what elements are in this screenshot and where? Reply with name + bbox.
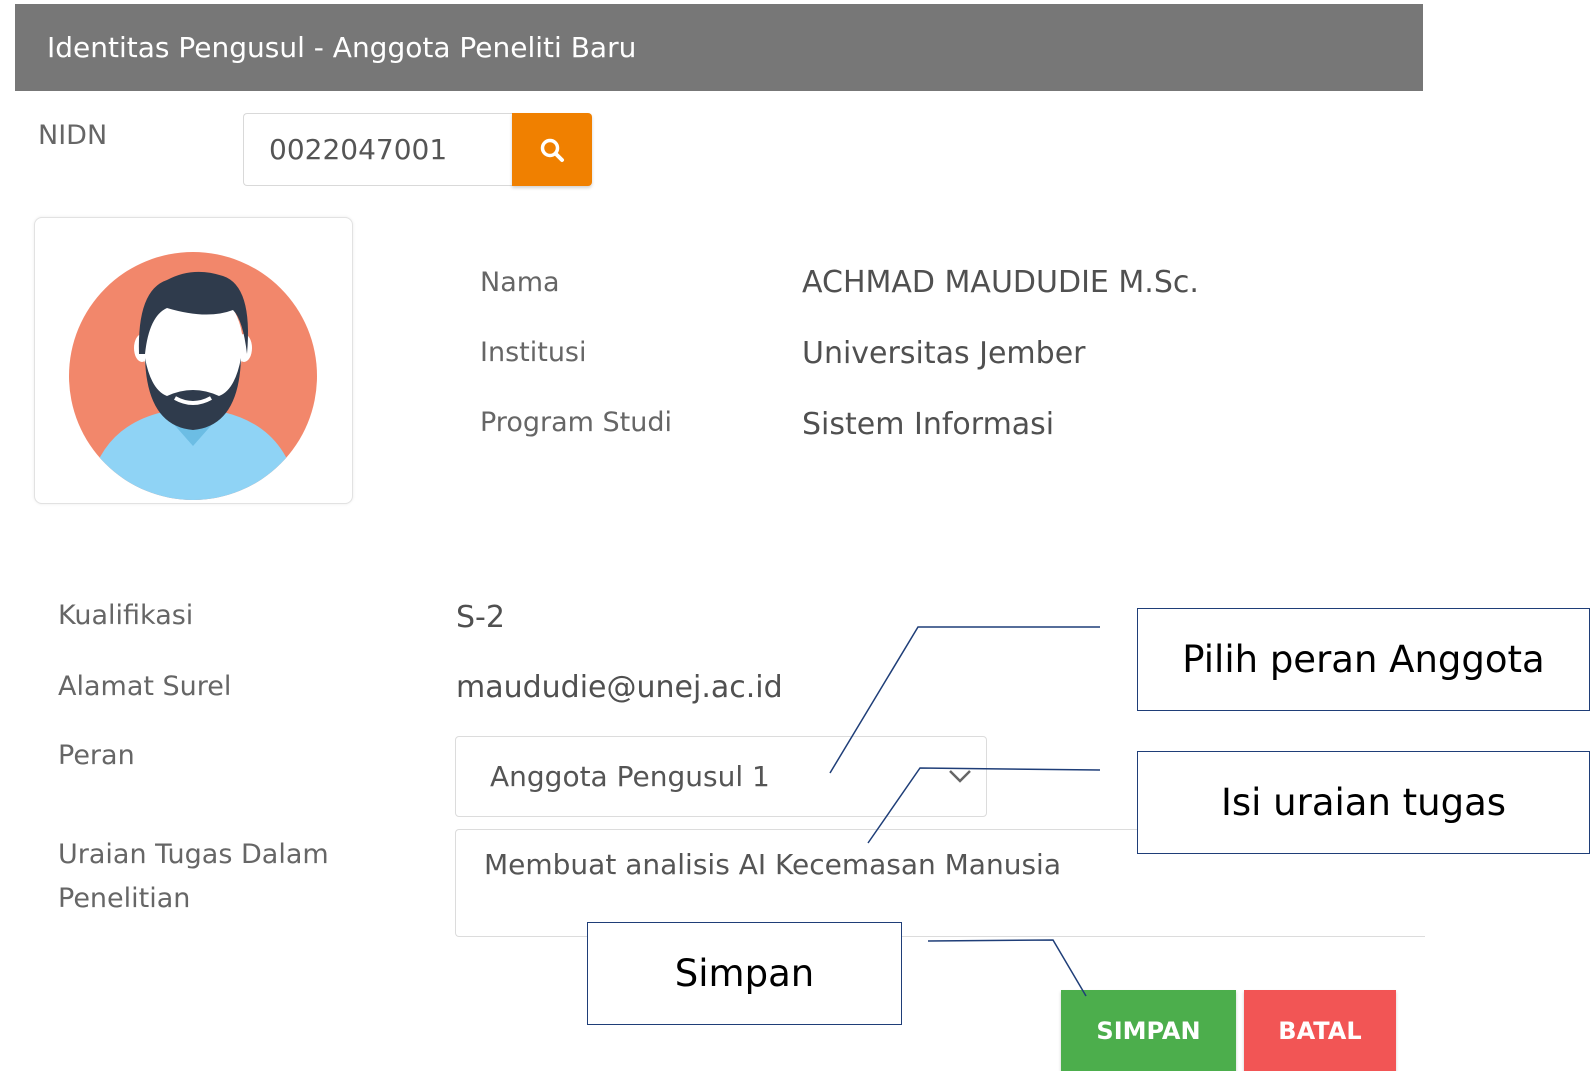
simpan-callout-line bbox=[927, 939, 1087, 997]
callout-isi-uraian-text: Isi uraian tugas bbox=[1220, 781, 1507, 824]
uraian-callout-line bbox=[867, 767, 1101, 844]
peran-callout-line bbox=[829, 626, 1100, 774]
callout-simpan: Simpan bbox=[587, 922, 902, 1025]
callout-connectors bbox=[829, 626, 1101, 997]
callout-pilih-peran: Pilih peran Anggota bbox=[1137, 608, 1590, 711]
callout-pilih-peran-text: Pilih peran Anggota bbox=[1182, 638, 1545, 681]
callout-simpan-text: Simpan bbox=[674, 952, 815, 995]
callout-isi-uraian: Isi uraian tugas bbox=[1137, 751, 1590, 854]
